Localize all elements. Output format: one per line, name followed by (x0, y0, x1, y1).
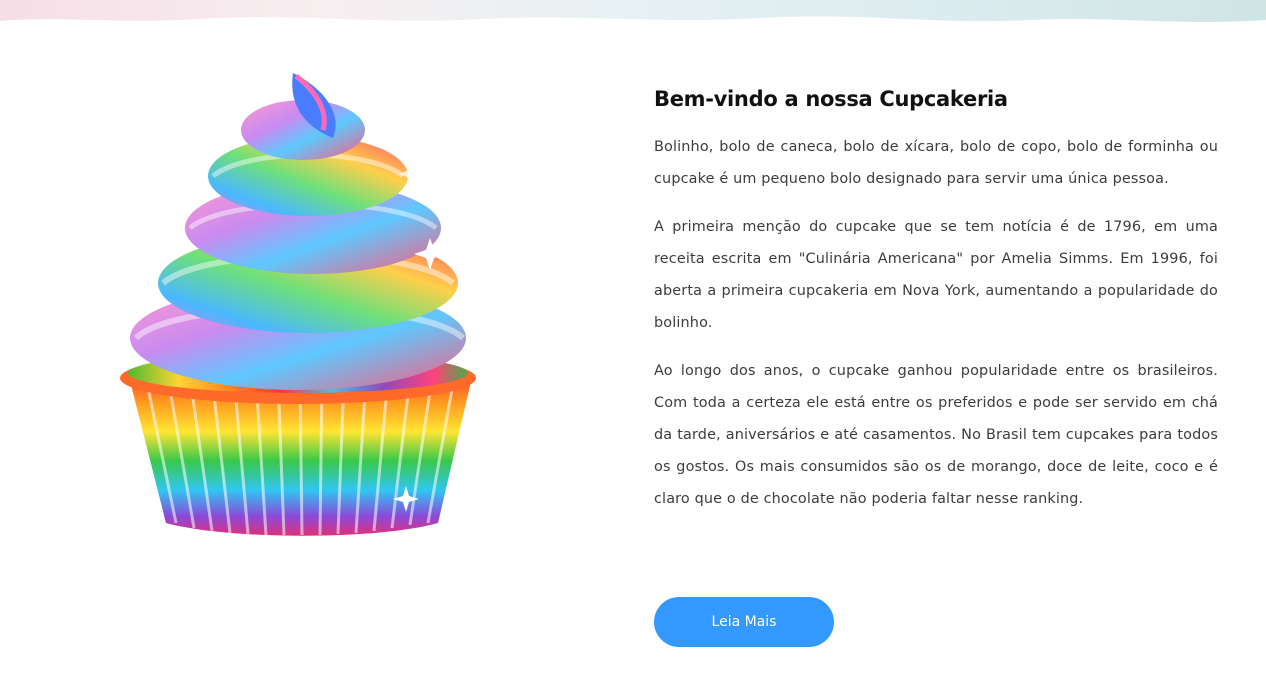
history-paragraph: A primeira menção do cupcake que se tem … (654, 219, 1218, 331)
intro-paragraph: Bolinho, bolo de caneca, bolo de xícara,… (654, 139, 1218, 187)
about-section: Bem-vindo a nossa Cupcakeria Bolinho, bo… (0, 0, 1266, 684)
popularity-paragraph: Ao longo dos anos, o cupcake ganhou popu… (654, 363, 1218, 507)
cupcake-image (118, 68, 488, 543)
top-banner-wave (0, 0, 1266, 22)
read-more-button[interactable]: Leia Mais (654, 597, 834, 647)
page-title: Bem-vindo a nossa Cupcakeria (654, 87, 1008, 111)
about-content: Bem-vindo a nossa Cupcakeria Bolinho, bo… (654, 84, 1218, 515)
